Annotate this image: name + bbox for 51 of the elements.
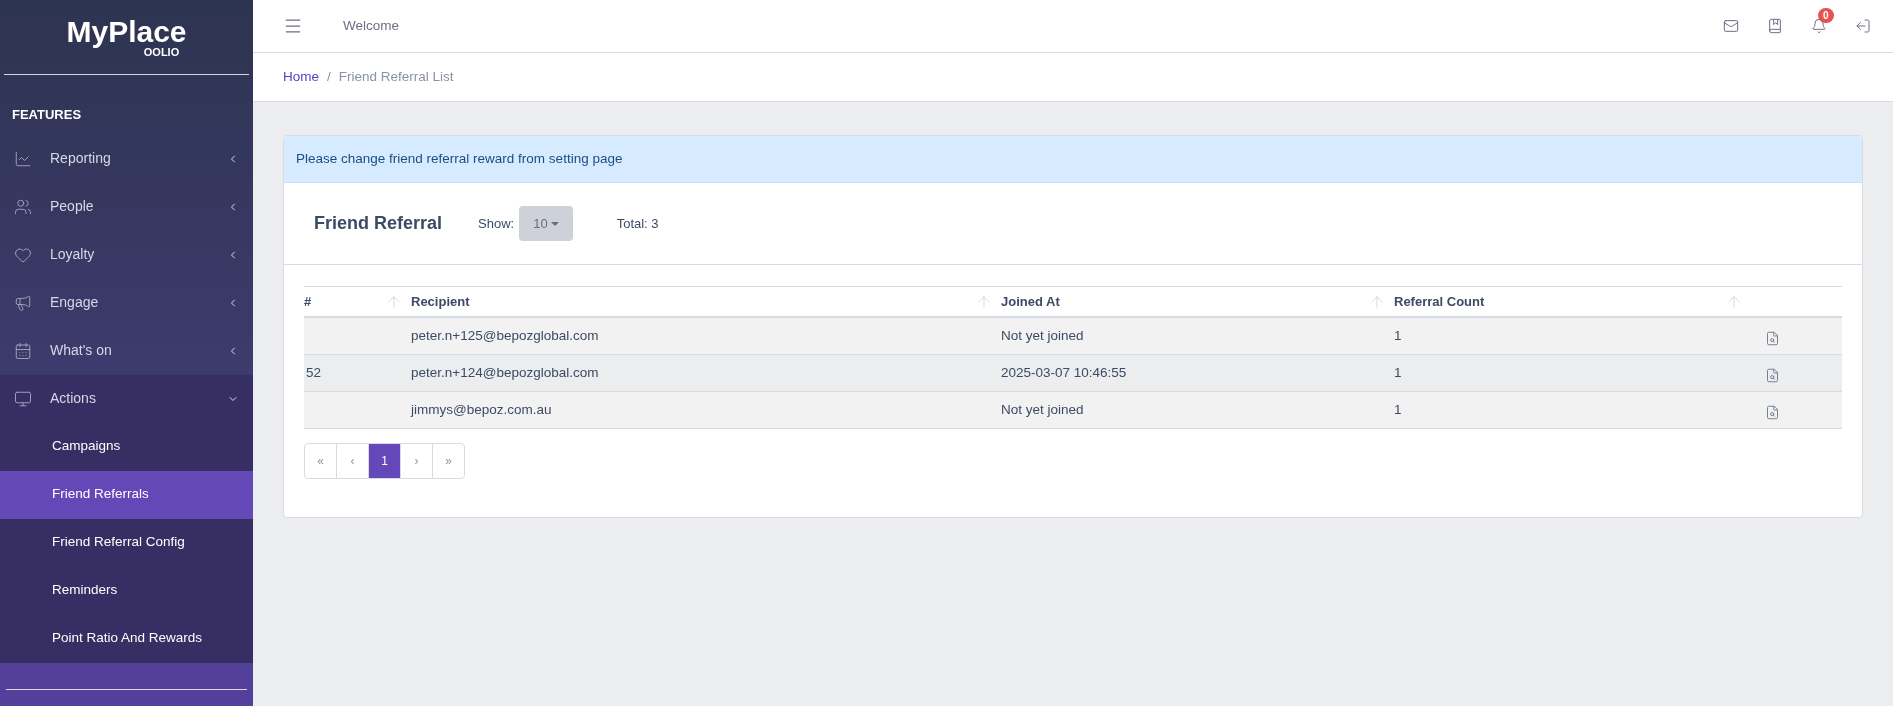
column-header[interactable]: # <box>304 291 385 312</box>
column-header[interactable]: Referral Count <box>1394 291 1725 312</box>
logout-icon[interactable] <box>1855 18 1871 34</box>
sidebar-item[interactable]: What's on <box>0 326 253 375</box>
sidebar-subitem[interactable]: Friend Referrals <box>0 470 253 519</box>
card-title: Friend Referral <box>314 212 443 235</box>
table-cell: Not yet joined <box>1001 401 1084 417</box>
table-cell: peter.n+125@bepozglobal.com <box>411 327 599 343</box>
logo-subtitle: OOLIO <box>143 46 180 58</box>
breadcrumb-current: Friend Referral List <box>338 67 454 86</box>
line-chart-icon <box>14 149 32 168</box>
table-cell: jimmys@bepoz.com.au <box>411 401 552 417</box>
header-title: Welcome <box>343 16 400 35</box>
show-label: Show: <box>478 214 515 233</box>
monitor-icon <box>14 389 32 408</box>
pagination-button[interactable]: 1 <box>368 443 401 479</box>
sidebar-item[interactable]: Reporting <box>0 134 253 183</box>
table-cell: 2025-03-07 10:46:55 <box>1001 364 1127 380</box>
table-cell: 1 <box>1394 327 1402 343</box>
people-icon <box>14 197 32 216</box>
sidebar-subitem[interactable]: Campaigns <box>0 422 253 471</box>
info-alert: Please change friend referral reward from setting page <box>284 136 1862 183</box>
total-count: Total: 3 <box>616 214 659 233</box>
megaphone-icon <box>14 293 32 312</box>
calendar-icon <box>14 341 32 360</box>
view-details-icon[interactable] <box>1765 367 1780 383</box>
sidebar-subitem[interactable]: Reminders <box>0 566 253 615</box>
sidebar-item[interactable]: Actions <box>0 374 253 423</box>
book-icon[interactable] <box>1767 18 1783 34</box>
logo-title: MyPlace <box>66 16 187 47</box>
table-cell: 1 <box>1394 401 1402 417</box>
table-cell: peter.n+124@bepozglobal.com <box>411 364 599 380</box>
heart-icon <box>14 245 32 264</box>
view-details-icon[interactable] <box>1765 404 1780 420</box>
bell-icon[interactable] <box>1811 18 1827 34</box>
table-cell: 1 <box>1394 364 1402 380</box>
view-details-icon[interactable] <box>1765 330 1780 346</box>
section-heading: FEATURES <box>11 106 83 124</box>
mail-icon[interactable] <box>1723 18 1739 34</box>
notification-badge: 0 <box>1818 8 1834 23</box>
column-header[interactable]: Recipient <box>411 291 975 312</box>
breadcrumb-separator: / <box>327 67 331 86</box>
sidebar-item[interactable]: People <box>0 182 253 231</box>
column-header[interactable]: Joined At <box>1001 291 1368 312</box>
sidebar-item[interactable]: Loyalty <box>0 230 253 279</box>
sidebar-subitem[interactable]: Friend Referral Config <box>0 518 253 567</box>
table-cell: 52 <box>306 364 322 380</box>
sidebar-subitem[interactable]: Point Ratio And Rewards <box>0 614 253 663</box>
table-cell: Not yet joined <box>1001 327 1084 343</box>
sidebar-item[interactable]: Engage <box>0 278 253 327</box>
breadcrumb-link[interactable]: Home <box>283 66 319 88</box>
